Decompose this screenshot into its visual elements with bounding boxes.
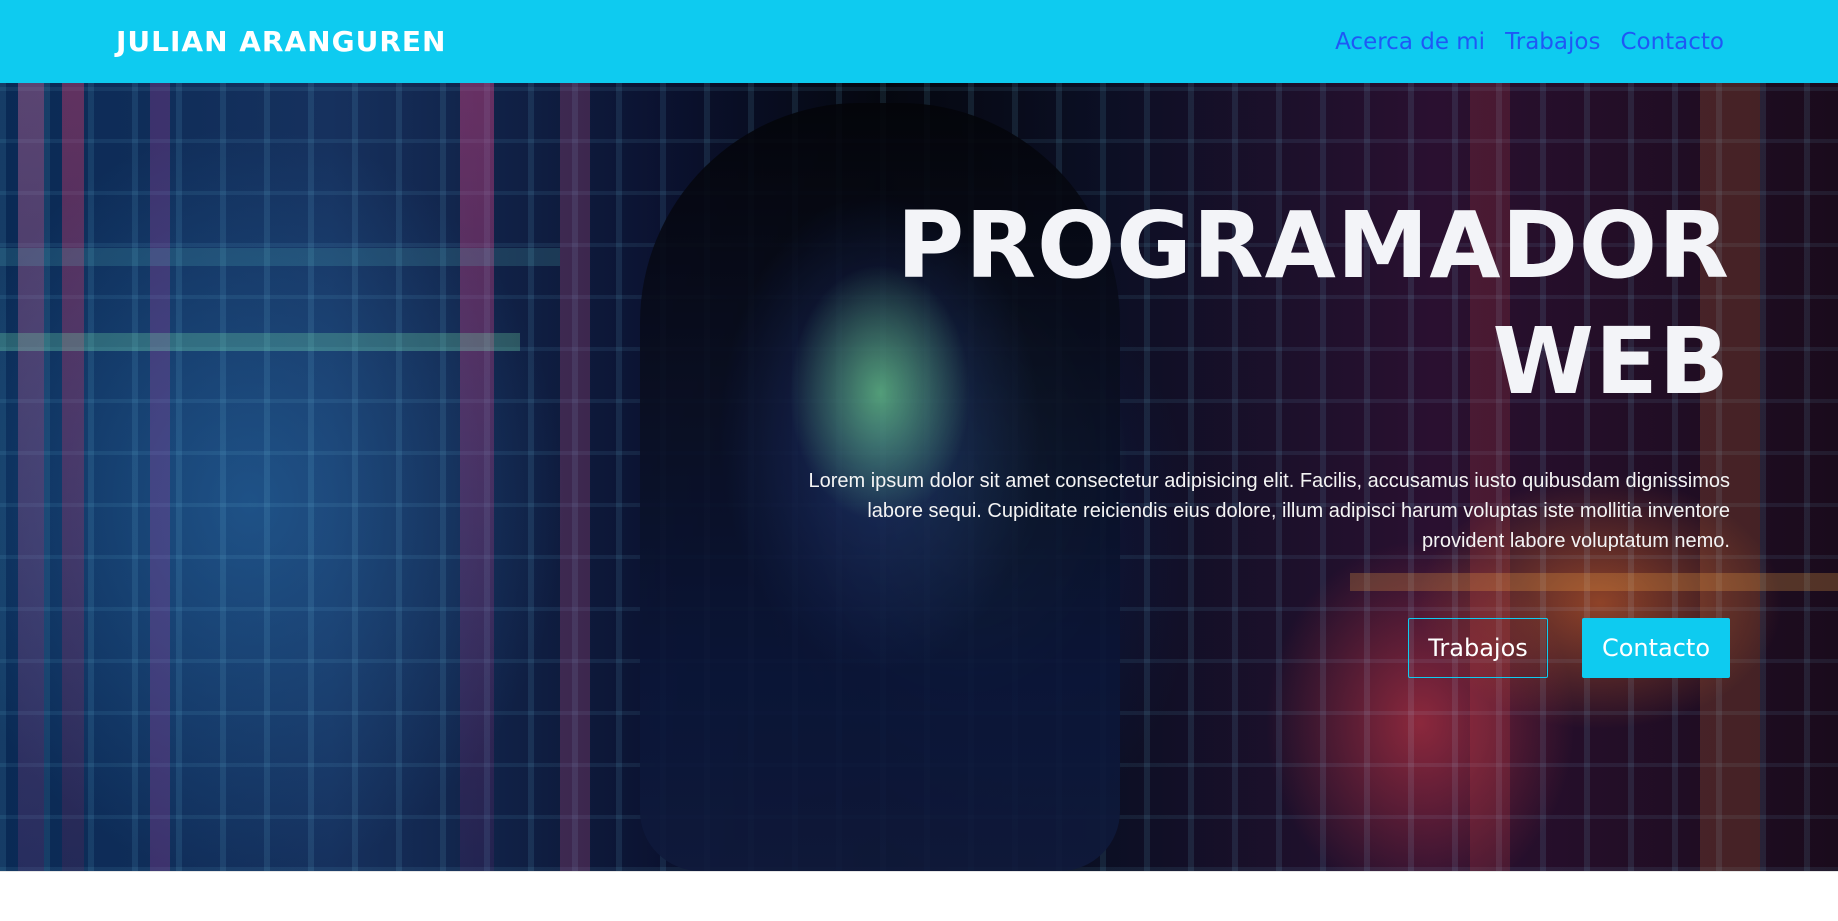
hero-title: PROGRAMADOR WEB: [790, 188, 1730, 420]
page: JULIAN ARANGUREN Acerca de mi Trabajos C…: [0, 0, 1838, 921]
trabajos-button[interactable]: Trabajos: [1408, 618, 1548, 678]
top-navbar: JULIAN ARANGUREN Acerca de mi Trabajos C…: [0, 0, 1838, 83]
next-section: [0, 871, 1838, 921]
hero-title-line1: PROGRAMADOR: [896, 192, 1730, 299]
brand-logo[interactable]: JULIAN ARANGUREN: [116, 25, 446, 58]
hero-section: PROGRAMADOR WEB Lorem ipsum dolor sit am…: [0, 83, 1838, 871]
hero-content: PROGRAMADOR WEB Lorem ipsum dolor sit am…: [790, 188, 1730, 678]
hero-buttons: Trabajos Contacto: [790, 618, 1730, 678]
main-nav: Acerca de mi Trabajos Contacto: [1335, 29, 1724, 55]
nav-link-contacto[interactable]: Contacto: [1620, 29, 1724, 55]
nav-link-trabajos[interactable]: Trabajos: [1505, 29, 1600, 55]
hero-description: Lorem ipsum dolor sit amet consectetur a…: [808, 470, 1730, 552]
hero-title-line2: WEB: [1492, 308, 1730, 415]
nav-link-acerca[interactable]: Acerca de mi: [1335, 29, 1485, 55]
contacto-button[interactable]: Contacto: [1582, 618, 1730, 678]
